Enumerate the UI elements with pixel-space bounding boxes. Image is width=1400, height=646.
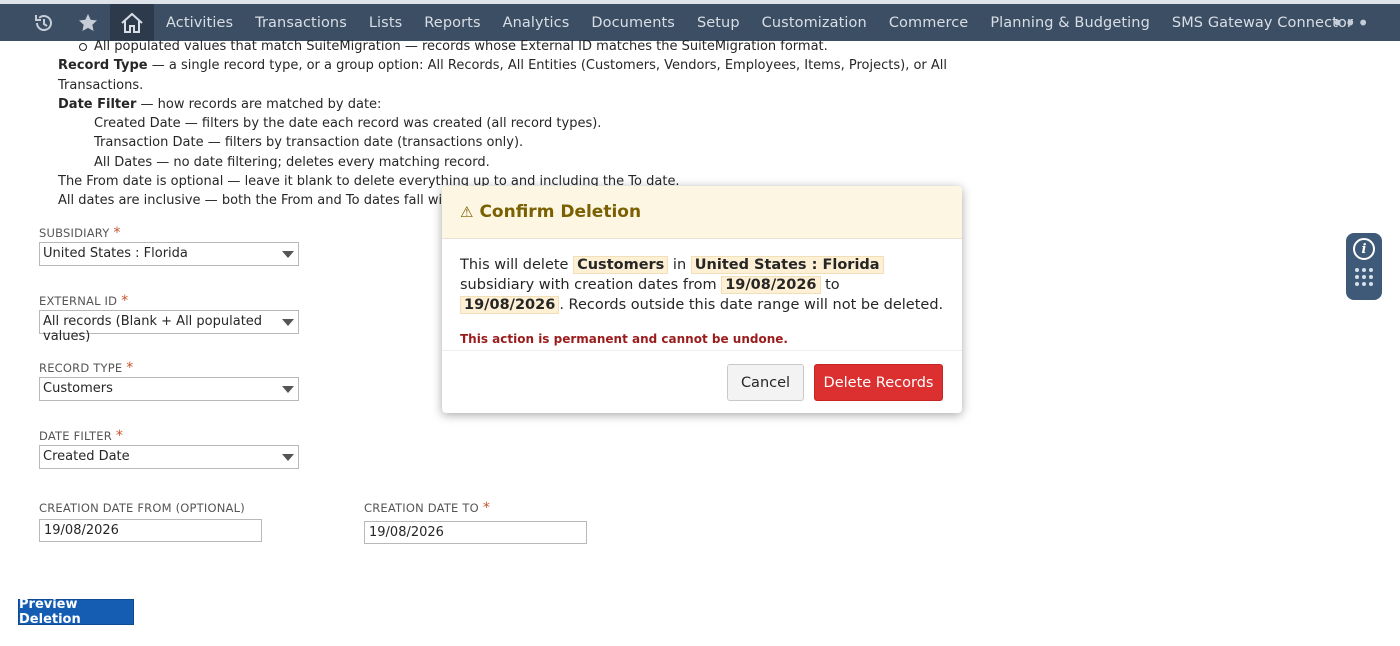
required-asterisk: * xyxy=(482,500,491,516)
required-asterisk: * xyxy=(115,428,124,444)
required-asterisk: * xyxy=(126,360,134,376)
dropdown-arrow-icon[interactable] xyxy=(282,251,294,258)
confirm-deletion-dialog: ⚠ Confirm Deletion This will delete Cust… xyxy=(442,186,962,413)
record-type-label-text: Record Type xyxy=(39,361,123,375)
highlight-date-to: 19/08/2026 xyxy=(460,296,560,314)
record-type-value: Customers xyxy=(43,381,113,396)
creation-date-from-input[interactable]: 19/08/2026 xyxy=(39,519,262,542)
external-id-label: External ID * xyxy=(39,293,128,309)
message-text-4: to xyxy=(820,277,840,293)
nav-customization[interactable]: Customization xyxy=(751,15,878,31)
creation-date-from-label: Creation Date From (Optional) xyxy=(39,501,245,515)
instruction-date-filter: Date Filter — how records are matched by… xyxy=(0,95,1000,114)
record-type-select[interactable]: Customers xyxy=(39,377,299,401)
help-instructions: All populated values that match SuiteMig… xyxy=(0,37,1000,211)
subsidiary-label-text: Subsidiary xyxy=(39,226,110,240)
date-filter-term: Date Filter xyxy=(58,96,137,112)
nav-transactions[interactable]: Transactions xyxy=(244,15,358,31)
instruction-external-id-populated: All populated values that match SuiteMig… xyxy=(0,37,1000,56)
top-navigation-bar: Activities Transactions Lists Reports An… xyxy=(0,0,1400,41)
message-text-2: in xyxy=(668,257,691,273)
app-grid-icon[interactable] xyxy=(1355,268,1373,286)
subsidiary-label: Subsidiary * xyxy=(39,225,121,241)
cancel-button[interactable]: Cancel xyxy=(727,364,804,401)
date-filter-label: Date Filter * xyxy=(39,428,123,444)
creation-date-to-label: Creation Date To * xyxy=(364,500,490,516)
message-text-3: subsidiary with creation dates from xyxy=(460,277,722,293)
info-icon[interactable]: i xyxy=(1353,238,1375,260)
delete-records-button[interactable]: Delete Records xyxy=(814,364,943,401)
dropdown-arrow-icon[interactable] xyxy=(282,386,294,393)
record-type-term: Record Type xyxy=(58,58,148,74)
dropdown-arrow-icon[interactable] xyxy=(282,319,294,326)
more-menu-icon[interactable]: ••• xyxy=(1332,11,1370,35)
date-filter-desc: — how records are matched by date: xyxy=(136,96,382,112)
subsidiary-select[interactable]: United States : Florida xyxy=(39,242,299,266)
dialog-message: This will delete Customers in United Sta… xyxy=(460,255,944,315)
dialog-body: This will delete Customers in United Sta… xyxy=(442,239,962,349)
highlight-subsidiary: United States : Florida xyxy=(690,256,884,274)
nav-commerce[interactable]: Commerce xyxy=(878,15,980,31)
nav-activities[interactable]: Activities xyxy=(155,15,244,31)
external-id-value: All records (Blank + All populated value… xyxy=(43,314,263,344)
warning-icon: ⚠ xyxy=(460,203,474,221)
highlight-date-from: 19/08/2026 xyxy=(721,276,821,294)
instruction-all-dates: All Dates — no date filtering; deletes e… xyxy=(94,154,490,170)
nav-setup[interactable]: Setup xyxy=(686,15,751,31)
subsidiary-value: United States : Florida xyxy=(43,246,188,261)
favorites-star-icon[interactable] xyxy=(66,4,110,41)
creation-date-to-label-text: Creation Date To xyxy=(364,501,479,515)
instruction-created-date: Created Date — filters by the date each … xyxy=(94,116,602,132)
nav-planning-budgeting[interactable]: Planning & Budgeting xyxy=(979,15,1161,31)
date-filter-value: Created Date xyxy=(43,449,130,464)
highlight-record-type: Customers xyxy=(573,256,669,274)
nav-documents[interactable]: Documents xyxy=(580,15,686,31)
nav-analytics[interactable]: Analytics xyxy=(492,15,581,31)
instruction-transaction-date: Transaction Date — filters by transactio… xyxy=(94,135,524,151)
external-id-select[interactable]: All records (Blank + All populated value… xyxy=(39,310,299,344)
preview-deletion-button[interactable]: Preview Deletion xyxy=(18,597,134,627)
dialog-footer: Cancel Delete Records xyxy=(442,350,962,413)
permanent-action-warning: This action is permanent and cannot be u… xyxy=(460,332,788,346)
home-icon[interactable] xyxy=(110,4,154,41)
record-type-desc: — a single record type, or a group optio… xyxy=(58,58,948,93)
nav-reports[interactable]: Reports xyxy=(413,15,491,31)
date-filter-select[interactable]: Created Date xyxy=(39,445,299,469)
creation-date-to-input[interactable]: 19/08/2026 xyxy=(364,521,587,544)
dialog-header: ⚠ Confirm Deletion xyxy=(442,186,962,239)
side-tools-panel: i xyxy=(1346,233,1382,300)
main-menu: Activities Transactions Lists Reports An… xyxy=(155,15,1364,31)
message-text-5: . Records outside this date range will n… xyxy=(559,297,944,313)
external-id-label-text: External ID xyxy=(39,294,118,308)
required-asterisk: * xyxy=(113,225,121,241)
message-text-1: This will delete xyxy=(460,257,574,273)
date-filter-label-text: Date Filter xyxy=(39,429,112,443)
record-type-label: Record Type * xyxy=(39,360,134,376)
required-asterisk: * xyxy=(121,293,129,309)
dialog-title: Confirm Deletion xyxy=(479,202,642,222)
nav-lists[interactable]: Lists xyxy=(358,15,413,31)
instruction-record-type: Record Type — a single record type, or a… xyxy=(0,56,1000,95)
dropdown-arrow-icon[interactable] xyxy=(282,454,294,461)
recent-records-icon[interactable] xyxy=(22,4,66,41)
